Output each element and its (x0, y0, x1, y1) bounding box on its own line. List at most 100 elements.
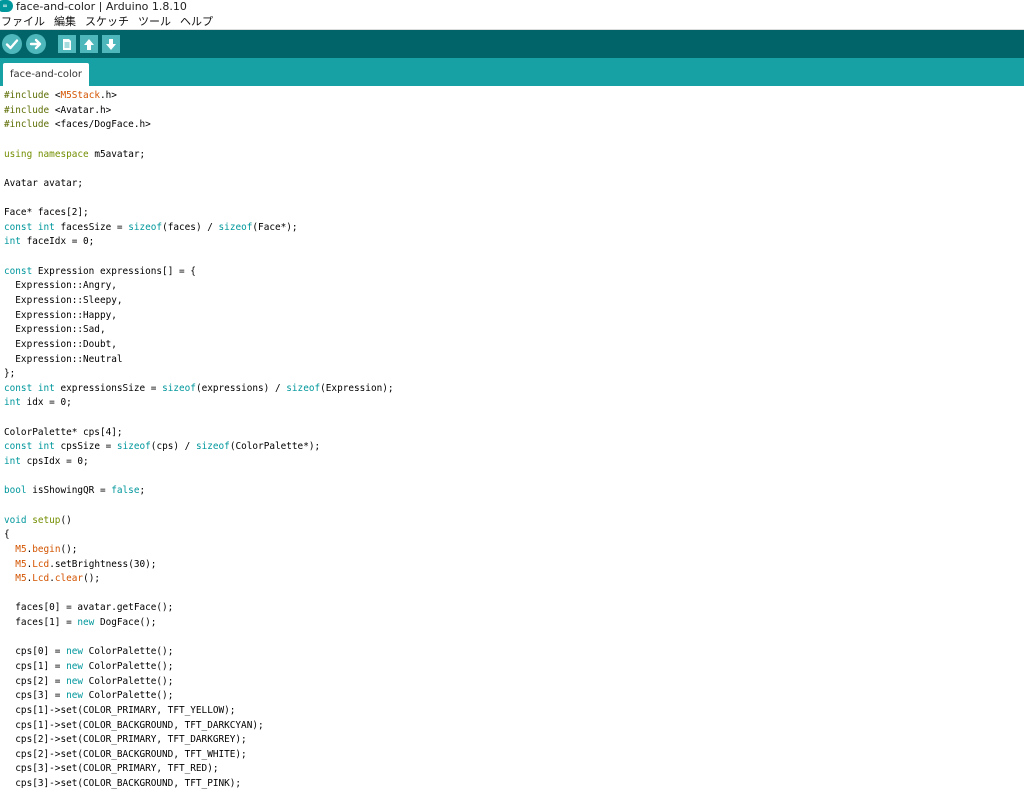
code-token: cpsIdx = 0; (20, 456, 89, 468)
code-line: cps[1]->set(COLOR_PRIMARY, TFT_YELLOW); (4, 704, 394, 719)
code-token: (faces) / (162, 221, 219, 233)
code-token: (Expression); (320, 382, 394, 394)
code-token: int (37, 441, 55, 453)
code-token: M5 (15, 543, 27, 555)
code-token: M5Stack (60, 90, 100, 101)
code-token: cpsSize = (54, 441, 117, 453)
code-line: cps[2]->set(COLOR_BACKGROUND, TFT_WHITE)… (4, 748, 394, 763)
code-token: (); (60, 543, 78, 555)
arrow-down-icon (106, 38, 116, 50)
code-token: (Face*); (252, 221, 298, 233)
code-token: int (4, 236, 21, 248)
code-token: idx = 0; (20, 397, 72, 409)
code-token: (cps) / (150, 441, 196, 453)
code-line: using namespace m5avatar; (4, 148, 394, 163)
code-token: cps[3]->set(COLOR_PRIMARY, TFT_RED); (4, 763, 219, 775)
file-icon (63, 38, 71, 50)
code-token: const (4, 382, 33, 394)
upload-button[interactable] (26, 34, 46, 54)
code-token: Face* faces[2]; (4, 207, 89, 219)
code-line: Expression::Angry, (4, 279, 394, 294)
code-token: Lcd (32, 558, 50, 570)
window-title: face-and-color | Arduino 1.8.10 (16, 0, 187, 12)
code-line: }; (4, 367, 394, 382)
verify-button[interactable] (2, 34, 22, 54)
code-token: Expression::Happy, (4, 309, 117, 321)
code-line: cps[2]->set(COLOR_PRIMARY, TFT_DARKGREY)… (4, 733, 394, 748)
code-token: ColorPalette(); (83, 646, 174, 658)
code-token: () (60, 514, 72, 526)
code-line: ColorPalette* cps[4]; (4, 426, 394, 441)
code-line: void setup() (4, 514, 394, 529)
code-token: facesSize = (54, 221, 129, 233)
code-token: clear (54, 573, 84, 585)
code-token: <Avatar.h> (54, 104, 112, 116)
code-token: bool (4, 485, 27, 497)
code-token: cps[3]->set(COLOR_BACKGROUND, TFT_PINK); (4, 778, 242, 790)
code-token: new (66, 690, 84, 702)
code-line: cps[2] = new ColorPalette(); (4, 675, 394, 690)
code-token: ; (139, 485, 146, 497)
menu-help[interactable]: ヘルプ (180, 13, 218, 29)
code-token: DogFace(); (94, 617, 157, 629)
code-token: <faces/DogFace.h> (54, 119, 151, 131)
code-token: int (37, 221, 55, 233)
tab-face-and-color[interactable]: face-and-color (3, 63, 89, 86)
code-token: using (4, 148, 33, 160)
menu-file[interactable]: ファイル (0, 13, 50, 29)
code-token: isShowingQR = (26, 485, 112, 497)
code-token: cps[2]->set(COLOR_PRIMARY, TFT_DARKGREY)… (4, 734, 247, 746)
code-token: }; (4, 368, 16, 380)
code-token: int (4, 397, 21, 409)
code-line: Expression::Sleepy, (4, 294, 394, 309)
menu-edit[interactable]: 編集 (54, 13, 81, 29)
code-token: Lcd (32, 573, 50, 585)
menu-tools[interactable]: ツール (138, 13, 176, 29)
code-line: #include <faces/DogFace.h> (4, 118, 394, 133)
code-token: sizeof (195, 441, 230, 453)
code-token: .h> (99, 90, 117, 101)
code-editor[interactable]: #include <M5Stack.h> #include <Avatar.h> #… (0, 86, 1024, 810)
code-line: faces[0] = avatar.getFace(); (4, 601, 394, 616)
code-token: sizeof (286, 382, 321, 394)
code-token: namespace (37, 148, 89, 160)
code-line: Expression::Doubt, (4, 338, 394, 353)
code-token: void (4, 514, 27, 526)
code-token: (expressions) / (195, 382, 287, 394)
code-token: ColorPalette(); (83, 660, 174, 672)
menu-sketch[interactable]: スケッチ (85, 13, 134, 29)
code-token: (); (83, 573, 101, 585)
code-token: #include (4, 90, 55, 101)
arrow-right-icon (29, 38, 42, 50)
code-line: M5.Lcd.clear(); (4, 572, 394, 587)
code-token: faces[0] = avatar.getFace(); (4, 602, 174, 614)
new-button[interactable] (58, 35, 76, 53)
save-button[interactable] (102, 35, 120, 53)
code-token: sizeof (162, 382, 196, 394)
code-token: Expression expressions[] = { (32, 265, 196, 277)
code-token: const (4, 441, 33, 453)
code-line: cps[3]->set(COLOR_BACKGROUND, TFT_PINK); (4, 777, 394, 792)
code-token: cps[1]->set(COLOR_BACKGROUND, TFT_DARKCY… (4, 719, 264, 731)
code-token: cps[0] = (4, 646, 67, 658)
code-line: cps[3] = new ColorPalette(); (4, 689, 394, 704)
open-button[interactable] (80, 35, 98, 53)
code-line: Expression::Happy, (4, 309, 394, 324)
code-token: m5avatar; (88, 148, 146, 160)
code-token: expressionsSize = (54, 382, 163, 394)
code-token: M5 (15, 573, 27, 585)
code-token: int (37, 382, 55, 394)
code-line: Expression::Neutral (4, 353, 394, 368)
title-bar: ∞ face-and-color | Arduino 1.8.10 (0, 0, 1024, 12)
code-token: Expression::Neutral (4, 353, 123, 365)
code-line: faces[1] = new DogFace(); (4, 616, 394, 631)
